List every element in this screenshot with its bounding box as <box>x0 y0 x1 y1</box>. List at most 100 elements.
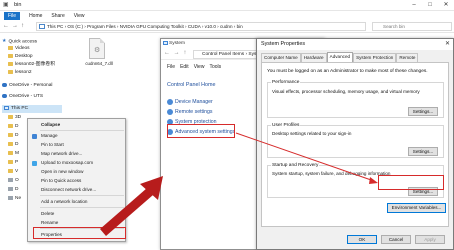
search-input[interactable]: Search bin <box>372 22 452 31</box>
user-profiles-settings-button[interactable]: Settings... <box>408 147 438 156</box>
tree-item[interactable]: V <box>8 168 18 176</box>
star-icon: ★ <box>2 38 7 44</box>
cancel-button[interactable]: Cancel <box>381 235 411 244</box>
tree-item-label: Quick access <box>8 39 38 45</box>
context-menu-label: Add a network location <box>41 199 88 204</box>
tree-item[interactable]: D <box>8 132 18 140</box>
tree-item-label: OneDrive - UTS <box>9 94 44 99</box>
context-menu-item[interactable]: Open in new window <box>28 168 125 177</box>
explorer-title-bar: ▣ bin – □ ✕ <box>0 0 454 11</box>
folder-icon <box>8 168 13 173</box>
device-manager-link[interactable]: Device Manager <box>167 98 213 107</box>
menu-separator <box>40 195 124 196</box>
startup-recovery-title: Startup and Recovery <box>271 163 320 168</box>
tree-item-label: D <box>15 187 19 192</box>
control-panel-home-link[interactable]: Control Panel Home <box>167 82 216 88</box>
properties-highlight-box <box>33 227 126 239</box>
context-menu-item[interactable]: Add a network location <box>28 198 125 207</box>
context-menu-item[interactable]: Map network drive... <box>28 150 125 159</box>
tree-item[interactable]: Videos <box>8 45 30 53</box>
navigation-buttons: ← → ↑ <box>3 23 24 29</box>
cloud-icon <box>2 82 7 87</box>
forward-arrow-icon[interactable]: → <box>12 23 18 29</box>
navigation-arrows-icon[interactable]: ← → ↑ <box>164 50 187 56</box>
tree-item[interactable]: D <box>8 141 18 149</box>
ok-button[interactable]: OK <box>347 235 377 244</box>
remote-settings-link[interactable]: Remote settings <box>167 108 212 117</box>
pc-icon <box>39 24 45 29</box>
tab-share[interactable]: Share <box>51 13 64 19</box>
back-arrow-icon[interactable]: ← <box>3 23 9 29</box>
close-icon[interactable]: ✕ <box>445 39 450 50</box>
tree-item[interactable]: lesson02-图像卷积 <box>8 61 55 69</box>
context-menu-item[interactable]: Upload to moxoosap.com <box>28 159 125 168</box>
menu-view[interactable]: View <box>194 64 205 70</box>
menu-file[interactable]: File <box>167 64 175 70</box>
folder-icon <box>8 114 13 119</box>
tab-advanced[interactable]: Advanced <box>326 52 354 62</box>
environment-variables-button[interactable]: Environment Variables... <box>387 203 446 213</box>
tab-hardware[interactable]: Hardware <box>300 53 327 62</box>
context-menu-item[interactable]: Disconnect network drive... <box>28 186 125 195</box>
tab-computer-name[interactable]: Computer Name <box>261 53 301 62</box>
context-menu-label: Pin to Start <box>41 142 64 147</box>
tree-item[interactable]: D <box>8 186 18 194</box>
tab-view[interactable]: View <box>74 13 85 19</box>
performance-settings-button[interactable]: Settings... <box>408 107 438 116</box>
tree-item[interactable]: M <box>8 150 19 158</box>
cloud-icon <box>2 93 7 98</box>
folder-icon <box>8 45 13 50</box>
context-menu-label: Manage <box>41 133 58 138</box>
context-menu-label: Pin to Quick access <box>41 178 82 183</box>
tree-item-label: lesson2 <box>15 70 32 75</box>
context-menu-label: Disconnect network drive... <box>41 187 97 192</box>
pc-icon <box>163 41 168 45</box>
tree-item[interactable]: lesson2 <box>8 69 32 77</box>
context-menu-label: Delete <box>41 211 55 216</box>
tree-item[interactable]: OneDrive - Personal <box>2 82 52 90</box>
window-controls: – □ ✕ <box>406 0 454 11</box>
tree-item[interactable]: P <box>8 159 18 167</box>
folder-icon <box>8 123 13 128</box>
tree-item[interactable]: This PC <box>2 105 62 113</box>
tab-system-protection[interactable]: System Protection <box>353 53 397 62</box>
folder-icon: ▣ <box>3 2 9 8</box>
context-menu-item[interactable]: Collapse <box>28 121 125 130</box>
menu-tools[interactable]: Tools <box>209 64 221 70</box>
tree-item[interactable]: D <box>8 123 18 131</box>
tree-item[interactable]: Ne <box>8 195 21 203</box>
startup-recovery-desc: System startup, system failure, and debu… <box>272 171 391 176</box>
tree-item[interactable]: ★ Quick access <box>2 37 37 45</box>
minimize-icon[interactable]: – <box>406 0 422 11</box>
file-item[interactable]: ⚙ cudnn64_7.dll <box>82 38 116 70</box>
context-menu-item[interactable]: Delete <box>28 210 125 219</box>
upload-icon <box>32 161 37 166</box>
tree-item-label: V <box>15 169 19 174</box>
dialog-tabs: Computer Name Hardware Advanced System P… <box>261 52 419 62</box>
maximize-icon[interactable]: □ <box>422 0 438 11</box>
tree-item[interactable]: O <box>8 177 19 185</box>
folder-icon <box>8 69 13 74</box>
menu-edit[interactable]: Edit <box>180 64 189 70</box>
context-menu-item[interactable]: Manage <box>28 132 125 141</box>
remote-settings-label: Remote settings <box>175 109 213 115</box>
context-menu-item[interactable]: Pin to Quick access <box>28 177 125 186</box>
tree-item-label: Desktop <box>15 54 33 59</box>
tab-remote[interactable]: Remote <box>396 53 419 62</box>
tab-home[interactable]: Home <box>29 13 42 19</box>
tab-file[interactable]: File <box>4 12 21 20</box>
up-arrow-icon[interactable]: ↑ <box>21 23 24 29</box>
tree-item[interactable]: OneDrive - UTS <box>2 93 43 101</box>
tree-item[interactable]: Desktop <box>8 53 33 61</box>
tree-item[interactable]: 3D <box>8 114 21 122</box>
user-profiles-title: User Profiles <box>271 123 301 128</box>
apply-button[interactable]: Apply <box>415 235 445 244</box>
close-icon[interactable]: ✕ <box>438 0 454 11</box>
context-menu-item[interactable]: Pin to Start <box>28 141 125 150</box>
shield-icon <box>167 108 173 115</box>
menu-separator <box>40 207 124 208</box>
folder-icon <box>8 159 13 164</box>
tree-item-label: M <box>15 151 19 156</box>
tree-item-label: Ne <box>15 196 22 201</box>
address-path[interactable]: This PC › OS (C:) › Program Files › NVID… <box>36 22 366 31</box>
